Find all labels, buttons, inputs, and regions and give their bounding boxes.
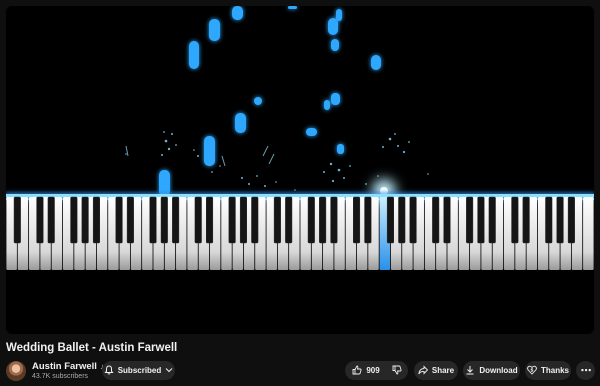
share-label: Share <box>431 366 455 375</box>
piano-visualization <box>6 6 594 270</box>
subscriber-count: 43.7K subscribers <box>32 373 89 380</box>
falling-note <box>306 128 317 136</box>
falling-note <box>331 93 340 105</box>
falling-note <box>337 144 344 154</box>
falling-note <box>336 9 342 21</box>
piano-black-key <box>477 196 485 244</box>
piano-black-key <box>81 196 89 244</box>
like-dislike-group: 909 <box>345 361 408 380</box>
piano-black-key <box>330 196 338 244</box>
piano-black-key <box>386 196 394 244</box>
piano-black-key <box>273 196 281 244</box>
channel-name-row[interactable]: Austin Farwell ♪ <box>32 361 104 372</box>
share-arrow-icon <box>418 364 429 377</box>
piano-black-key <box>522 196 530 244</box>
thumbs-up-icon <box>352 365 362 377</box>
thanks-button[interactable]: $ Thanks <box>525 361 571 380</box>
falling-notes <box>159 6 381 196</box>
bell-icon <box>104 364 114 377</box>
piano-black-key <box>488 196 496 244</box>
piano-black-key <box>70 196 78 244</box>
falling-note <box>331 39 339 51</box>
piano-black-key <box>466 196 474 244</box>
piano-white-key <box>583 197 594 270</box>
piano-black-key <box>194 196 202 244</box>
piano-black-key <box>545 196 553 244</box>
piano-black-key <box>556 196 564 244</box>
piano-black-key <box>307 196 315 244</box>
subscribed-button[interactable]: Subscribed <box>102 361 175 380</box>
falling-note <box>371 55 381 70</box>
piano-black-key <box>364 196 372 244</box>
piano-black-key <box>13 196 21 244</box>
piano-black-key <box>285 196 293 244</box>
falling-note <box>209 19 220 41</box>
piano-black-key <box>251 196 259 244</box>
falling-note <box>235 113 246 133</box>
piano-black-key <box>319 196 327 244</box>
piano-black-key <box>115 196 123 244</box>
dislike-button[interactable] <box>386 361 409 380</box>
chevron-down-icon <box>165 366 173 376</box>
piano-black-key <box>92 196 100 244</box>
download-button[interactable]: Download <box>463 361 520 380</box>
piano-black-key <box>567 196 575 244</box>
piano-black-key <box>206 196 214 244</box>
piano-black-key <box>160 196 168 244</box>
more-actions-button[interactable]: ⋯ <box>576 361 595 380</box>
falling-note <box>204 136 215 166</box>
download-icon <box>465 365 475 377</box>
download-label: Download <box>479 366 518 375</box>
channel-avatar[interactable] <box>6 361 26 381</box>
falling-note <box>288 6 297 9</box>
thumbs-down-icon <box>392 365 402 377</box>
piano-black-key <box>172 196 180 244</box>
piano-black-key <box>47 196 55 244</box>
heart-dollar-icon: $ <box>527 365 537 377</box>
video-title: Wedding Ballet - Austin Farwell <box>6 342 178 354</box>
piano-black-key <box>239 196 247 244</box>
falling-note <box>324 100 330 110</box>
sparkle-streaks <box>125 145 275 167</box>
piano-black-key <box>432 196 440 244</box>
video-player[interactable] <box>6 6 594 334</box>
subscribed-label: Subscribed <box>117 366 162 375</box>
falling-note <box>254 97 262 105</box>
key-line <box>6 194 594 197</box>
falling-note <box>189 41 199 69</box>
falling-note <box>328 18 338 35</box>
piano-black-key <box>36 196 44 244</box>
like-count: 909 <box>366 366 380 375</box>
share-button[interactable]: Share <box>414 361 458 380</box>
svg-text:$: $ <box>530 367 533 373</box>
piano-black-key <box>149 196 157 244</box>
piano-black-key <box>228 196 236 244</box>
thanks-label: Thanks <box>540 366 569 375</box>
like-button[interactable]: 909 <box>344 361 385 380</box>
piano-black-key <box>409 196 417 244</box>
piano-black-key <box>511 196 519 244</box>
piano-black-key <box>353 196 361 244</box>
falling-note <box>232 6 243 20</box>
more-horizontal-icon: ⋯ <box>580 365 592 377</box>
piano-black-key <box>443 196 451 244</box>
channel-name[interactable]: Austin Farwell <box>32 361 97 372</box>
piano-black-key <box>126 196 134 244</box>
piano-black-key <box>398 196 406 244</box>
